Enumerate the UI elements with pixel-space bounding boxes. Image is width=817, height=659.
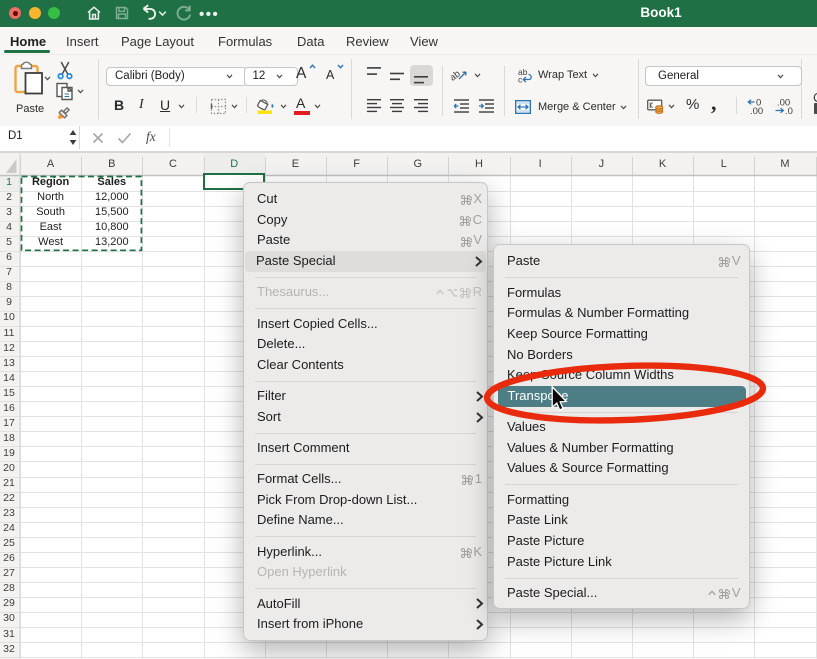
svg-text:.00: .00: [750, 106, 763, 115]
svg-text:ab: ab: [451, 68, 463, 83]
svg-text:.0: .0: [785, 106, 793, 115]
